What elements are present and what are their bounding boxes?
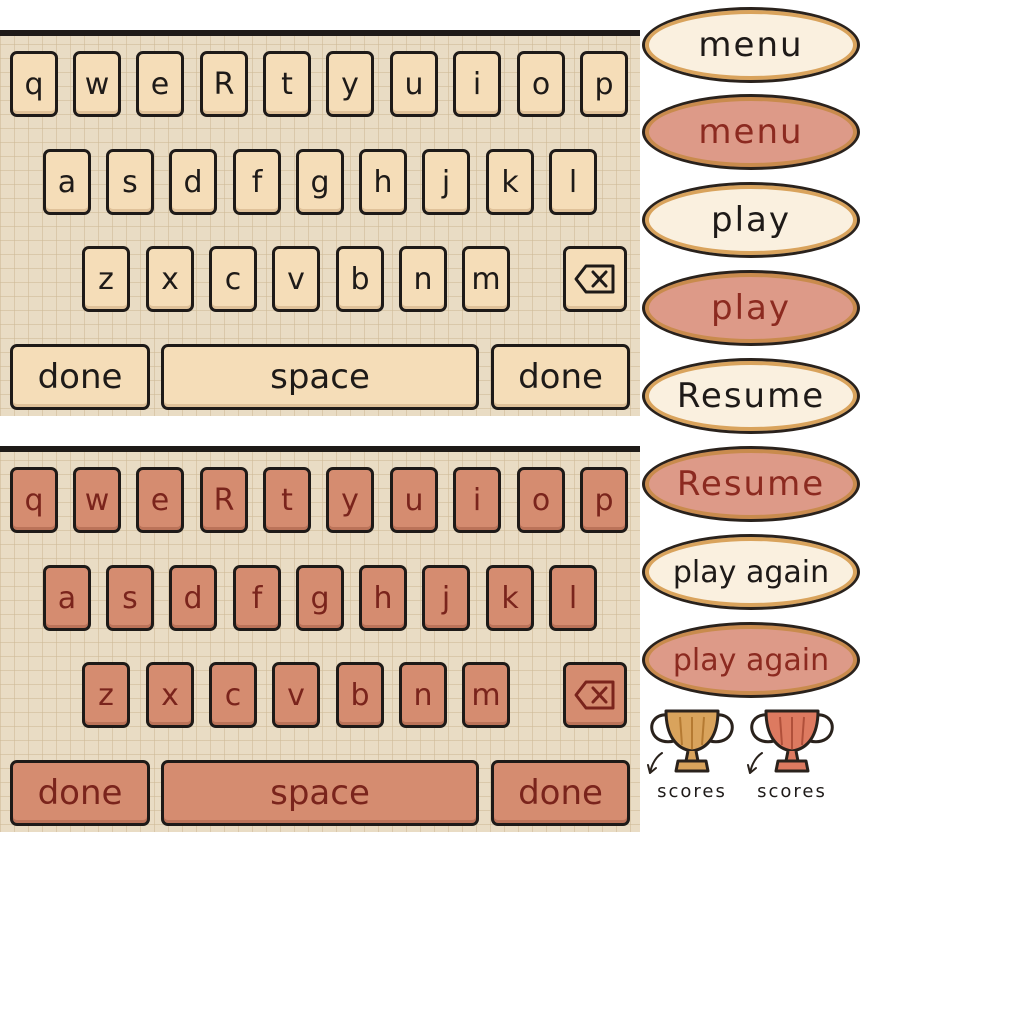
key-l[interactable]: l [549,149,597,215]
key-q[interactable]: q [10,467,58,533]
key-n[interactable]: n [399,662,447,728]
key-x[interactable]: x [146,662,194,728]
key-g[interactable]: g [296,149,344,215]
key-e[interactable]: e [136,51,184,117]
key-z[interactable]: z [82,246,130,312]
backspace-icon [574,264,615,294]
trophy-icon [647,709,734,774]
done-key-left[interactable]: done [10,760,150,826]
key-o[interactable]: o [517,467,565,533]
key-c[interactable]: c [209,246,257,312]
key-x[interactable]: x [146,246,194,312]
resume-button-pressed[interactable]: Resume [642,446,860,522]
key-w[interactable]: w [73,51,121,117]
key-m[interactable]: m [462,662,510,728]
key-g[interactable]: g [296,565,344,631]
key-v[interactable]: v [272,246,320,312]
backspace-key[interactable] [563,662,627,728]
key-j[interactable]: j [422,565,470,631]
key-u[interactable]: u [390,467,438,533]
scores-button-pressed[interactable]: scores [744,705,840,805]
key-d[interactable]: d [169,149,217,215]
done-key-right[interactable]: done [491,760,630,826]
key-l[interactable]: l [549,565,597,631]
key-r[interactable]: R [200,467,248,533]
key-y[interactable]: y [326,467,374,533]
keyboard-pressed: q w e R t y u i o p a s d f g h j k l z … [0,446,640,832]
key-v[interactable]: v [272,662,320,728]
key-q[interactable]: q [10,51,58,117]
play-again-button[interactable]: play again [642,534,860,610]
key-b[interactable]: b [336,662,384,728]
space-key[interactable]: space [161,760,479,826]
scores-label: scores [757,781,827,802]
scores-button[interactable]: scores [644,705,740,805]
key-t[interactable]: t [263,467,311,533]
key-a[interactable]: a [43,149,91,215]
key-e[interactable]: e [136,467,184,533]
backspace-icon [574,680,615,710]
key-u[interactable]: u [390,51,438,117]
key-p[interactable]: p [580,51,628,117]
key-z[interactable]: z [82,662,130,728]
key-c[interactable]: c [209,662,257,728]
scores-label: scores [657,781,727,802]
key-s[interactable]: s [106,565,154,631]
menu-button-pressed[interactable]: menu [642,94,860,170]
key-y[interactable]: y [326,51,374,117]
key-k[interactable]: k [486,565,534,631]
key-k[interactable]: k [486,149,534,215]
key-b[interactable]: b [336,246,384,312]
space-key[interactable]: space [161,344,479,410]
key-f[interactable]: f [233,149,281,215]
key-s[interactable]: s [106,149,154,215]
key-n[interactable]: n [399,246,447,312]
backspace-key[interactable] [563,246,627,312]
key-m[interactable]: m [462,246,510,312]
key-f[interactable]: f [233,565,281,631]
key-i[interactable]: i [453,51,501,117]
resume-button[interactable]: Resume [642,358,860,434]
key-w[interactable]: w [73,467,121,533]
key-i[interactable]: i [453,467,501,533]
key-a[interactable]: a [43,565,91,631]
key-p[interactable]: p [580,467,628,533]
play-again-button-pressed[interactable]: play again [642,622,860,698]
done-key-left[interactable]: done [10,344,150,410]
done-key-right[interactable]: done [491,344,630,410]
trophy-icon [747,709,834,774]
key-d[interactable]: d [169,565,217,631]
key-h[interactable]: h [359,149,407,215]
key-t[interactable]: t [263,51,311,117]
key-r[interactable]: R [200,51,248,117]
keyboard-normal: q w e R t y u i o p a s d f g h j k l z … [0,30,640,416]
menu-button[interactable]: menu [642,7,860,83]
key-o[interactable]: o [517,51,565,117]
key-j[interactable]: j [422,149,470,215]
play-button[interactable]: play [642,182,860,258]
key-h[interactable]: h [359,565,407,631]
play-button-pressed[interactable]: play [642,270,860,346]
